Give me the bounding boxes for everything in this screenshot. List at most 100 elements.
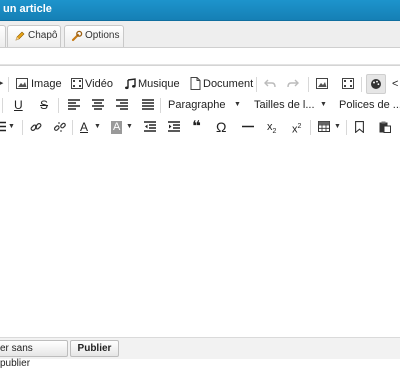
publish-button[interactable]: Publier xyxy=(70,340,119,357)
list-icon xyxy=(0,121,6,132)
toolbar-row-2: U S Paragraphe ▼ Tailles de l... ▼ Polic… xyxy=(0,95,400,117)
chevron-down-icon: ▼ xyxy=(8,123,15,130)
palette-icon xyxy=(371,79,381,89)
tab-bar: Chapô Options xyxy=(0,21,400,48)
insert-document-label: Document xyxy=(203,78,254,90)
editor-toolbar: ▶ Image Vidéo Musique Document < U S Par… xyxy=(0,70,400,142)
text-color-button[interactable]: A ▼ xyxy=(78,117,102,137)
form-footer: er sans publier Publier xyxy=(0,337,400,369)
blockquote-icon[interactable]: ❝ xyxy=(192,117,201,137)
chevron-down-icon: ▼ xyxy=(234,101,241,108)
highlight-icon: A xyxy=(111,121,123,134)
horizontal-rule-icon xyxy=(242,125,254,128)
tab-options-label: Options xyxy=(85,30,120,41)
window-title: un article xyxy=(3,3,52,15)
insert-music-label: Musique xyxy=(138,78,180,90)
tab-main[interactable] xyxy=(0,25,6,47)
separator xyxy=(310,120,311,135)
toolbar-row-3: ▼ A ▼ A ▼ ❝ Ω x2 x2 ▼ xyxy=(0,117,400,139)
indent-icon xyxy=(168,121,180,132)
background-color-button[interactable]: A ▼ xyxy=(110,117,134,137)
align-justify-icon xyxy=(142,99,154,110)
toolbar-row-1: ▶ Image Vidéo Musique Document < xyxy=(0,74,400,96)
insert-video-label: Vidéo xyxy=(85,78,113,90)
horizontal-rule-button[interactable] xyxy=(241,117,255,137)
outdent-icon xyxy=(144,121,156,132)
image-icon xyxy=(316,78,328,89)
insert-link-button[interactable] xyxy=(29,117,43,137)
field-strip xyxy=(0,48,400,65)
special-character-icon[interactable]: Ω xyxy=(216,117,226,137)
align-left-icon xyxy=(68,99,80,110)
bookmark-icon xyxy=(355,121,364,133)
insert-image-button[interactable]: Image xyxy=(14,74,62,94)
chevron-left-icon[interactable]: < xyxy=(392,74,398,94)
spellcheck-toggle-button[interactable] xyxy=(366,74,386,94)
subscript-icon[interactable]: x2 xyxy=(267,117,276,142)
chevron-down-icon: ▼ xyxy=(320,101,327,108)
font-family-select[interactable]: Polices de ... xyxy=(338,95,400,115)
insert-music-button[interactable]: Musique xyxy=(122,74,180,94)
pencil-icon xyxy=(14,30,26,42)
redo-button[interactable] xyxy=(286,74,300,94)
insert-table-button[interactable]: ▼ xyxy=(317,117,343,137)
paste-icon xyxy=(379,121,391,133)
redo-icon xyxy=(287,79,299,88)
align-center-icon xyxy=(92,99,104,110)
chevron-down-icon: ▼ xyxy=(94,123,101,130)
chevron-down-icon: ▼ xyxy=(334,123,341,130)
font-size-select-value: Tailles de l... xyxy=(254,99,315,111)
undo-button[interactable] xyxy=(263,74,277,94)
font-size-select[interactable]: Tailles de l... ▼ xyxy=(253,95,327,115)
media-browser-button[interactable] xyxy=(340,74,356,94)
align-justify-button[interactable] xyxy=(140,95,156,115)
separator xyxy=(308,77,309,92)
tab-chapo[interactable]: Chapô xyxy=(7,25,61,47)
font-family-select-value: Polices de ... xyxy=(339,99,400,111)
insert-document-button[interactable]: Document xyxy=(188,74,254,94)
outdent-button[interactable] xyxy=(143,117,157,137)
unlink-icon xyxy=(54,122,66,132)
separator xyxy=(8,77,9,92)
align-center-button[interactable] xyxy=(90,95,106,115)
bullet-list-button[interactable]: ▼ xyxy=(0,117,16,137)
save-without-publish-button[interactable]: er sans publier xyxy=(0,340,68,369)
wrench-icon xyxy=(71,30,83,42)
video-icon xyxy=(342,78,354,89)
image-icon xyxy=(16,78,28,89)
separator xyxy=(72,120,73,135)
paste-button[interactable] xyxy=(378,117,392,137)
align-left-button[interactable] xyxy=(66,95,82,115)
separator xyxy=(256,77,257,92)
undo-icon xyxy=(264,79,276,88)
superscript-icon[interactable]: x2 xyxy=(292,117,301,140)
toolbar-overflow-caret[interactable]: ▶ xyxy=(0,74,3,94)
unlink-button[interactable] xyxy=(53,117,67,137)
link-icon xyxy=(30,122,42,132)
separator xyxy=(2,98,3,113)
chevron-down-icon: ▼ xyxy=(126,123,133,130)
align-right-icon xyxy=(116,99,128,110)
underline-icon[interactable]: U xyxy=(14,95,23,115)
separator xyxy=(160,98,161,113)
image-browser-button[interactable] xyxy=(314,74,330,94)
separator xyxy=(22,120,23,135)
anchor-button[interactable] xyxy=(354,117,366,137)
document-icon xyxy=(190,77,201,90)
format-select[interactable]: Paragraphe ▼ xyxy=(167,95,241,115)
editor-content-area[interactable] xyxy=(0,146,400,336)
format-select-value: Paragraphe xyxy=(168,99,226,111)
indent-button[interactable] xyxy=(167,117,181,137)
strikethrough-icon[interactable]: S xyxy=(40,95,48,115)
separator xyxy=(346,120,347,135)
align-right-button[interactable] xyxy=(114,95,130,115)
separator xyxy=(58,98,59,113)
tab-chapo-label: Chapô xyxy=(28,30,58,41)
music-icon xyxy=(125,78,136,90)
tab-options[interactable]: Options xyxy=(64,25,124,47)
separator xyxy=(361,77,362,92)
insert-video-button[interactable]: Vidéo xyxy=(69,74,113,94)
table-icon xyxy=(318,121,330,132)
window-titlebar: un article xyxy=(0,0,400,21)
video-icon xyxy=(71,78,83,89)
